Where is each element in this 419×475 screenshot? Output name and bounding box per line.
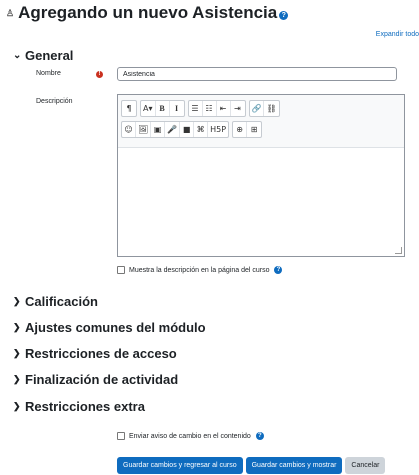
image-icon[interactable]: 🖼 [136,122,152,137]
section-general-label: General [25,48,74,63]
outdent-icon[interactable]: ⇤ [217,101,231,116]
paragraph-icon[interactable]: ¶ [122,101,136,116]
name-field[interactable] [117,67,397,81]
notify-change-row[interactable]: Enviar aviso de cambio en el contenido ? [117,432,264,440]
section-finalizacion[interactable]: ❯ Finalización de actividad [13,372,178,387]
emoji-icon[interactable]: ☺ [122,122,136,137]
editor-content-area[interactable] [118,148,404,256]
toolbar-group: 🔗 ⛓ [248,100,280,117]
toolbar-group: ☰ ☷ ⇤ ⇥ [187,100,246,117]
save-display-button[interactable]: Guardar cambios y mostrar [245,457,343,474]
section-label: Restricciones extra [25,399,145,414]
section-label: Calificación [25,294,98,309]
description-label: Descripción [36,98,73,105]
section-calificacion[interactable]: ❯ Calificación [13,294,98,309]
link-icon[interactable]: 🔗 [250,101,265,116]
accessibility-icon[interactable]: ⊕ [233,122,248,137]
show-description-checkbox[interactable] [117,266,125,274]
record-video-icon[interactable]: ■ [180,122,195,137]
chevron-right-icon: ❯ [13,296,21,306]
italic-icon[interactable]: I [170,101,184,116]
ordered-list-icon[interactable]: ☷ [203,101,217,116]
required-icon: ! [96,71,103,78]
section-label: Finalización de actividad [25,372,179,387]
expand-all-link[interactable]: Expandir todo [376,31,419,38]
toolbar-row-2: ☺ 🖼 ▣ 🎤 ■ ⌘ H5P ⊕ ⊞ [121,121,263,138]
toolbar-group: ☺ 🖼 ▣ 🎤 ■ ⌘ H5P [121,121,230,138]
editor-toolbar: ¶ A▾ B I ☰ ☷ ⇤ ⇥ 🔗 ⛓ ☺ 🖼 ▣ 🎤 ■ ⌘ H5P ⊕ ⊞ [118,95,404,148]
attendance-icon: ♙ [6,7,15,18]
chevron-right-icon: ❯ [13,322,21,332]
chevron-right-icon: ❯ [13,348,21,358]
bold-icon[interactable]: B [156,101,170,116]
section-label: Ajustes comunes del módulo [25,320,206,335]
form-actions: Guardar cambios y regresar al curso Guar… [117,457,386,474]
unlink-icon[interactable]: ⛓ [264,101,278,116]
manage-files-icon[interactable]: ⌘ [194,122,209,137]
section-restricciones-extra[interactable]: ❯ Restricciones extra [13,399,145,414]
chevron-right-icon: ❯ [13,374,21,384]
help-icon[interactable]: ? [274,266,283,274]
resize-handle[interactable] [395,247,402,254]
description-editor[interactable]: ¶ A▾ B I ☰ ☷ ⇤ ⇥ 🔗 ⛓ ☺ 🖼 ▣ 🎤 ■ ⌘ H5P ⊕ ⊞ [117,94,405,257]
toolbar-group: A▾ B I [140,100,185,117]
media-icon[interactable]: ▣ [151,122,166,137]
screenreader-helper-icon[interactable]: ⊞ [247,122,261,137]
cancel-button[interactable]: Cancelar [345,457,386,474]
toolbar-group: ¶ [121,100,137,117]
notify-change-label: Enviar aviso de cambio en el contenido [129,432,251,440]
page-title-text: Agregando un nuevo Asistencia [18,3,278,22]
toolbar-row-1: ¶ A▾ B I ☰ ☷ ⇤ ⇥ 🔗 ⛓ [121,100,280,117]
save-return-button[interactable]: Guardar cambios y regresar al curso [117,457,243,474]
section-general-header[interactable]: ⌄ General [13,48,73,63]
help-icon[interactable]: ? [255,432,264,440]
notify-change-checkbox[interactable] [117,432,125,440]
help-icon[interactable]: ? [279,10,289,20]
section-ajustes-comunes[interactable]: ❯ Ajustes comunes del módulo [13,320,206,335]
indent-icon[interactable]: ⇥ [231,101,245,116]
page-title: ♙ Agregando un nuevo Asistencia ? [6,3,289,23]
h5p-icon[interactable]: H5P [208,122,228,137]
toolbar-group: ⊕ ⊞ [232,121,263,138]
chevron-down-icon: ⌄ [13,50,22,61]
font-color-icon[interactable]: A▾ [141,101,156,116]
record-audio-icon[interactable]: 🎤 [165,122,181,137]
name-label: Nombre [36,70,61,77]
show-description-label: Muestra la descripción en la página del … [129,266,270,274]
section-label: Restricciones de acceso [25,346,177,361]
section-restricciones-acceso[interactable]: ❯ Restricciones de acceso [13,346,177,361]
unordered-list-icon[interactable]: ☰ [189,101,203,116]
show-description-row[interactable]: Muestra la descripción en la página del … [117,266,283,274]
chevron-right-icon: ❯ [13,401,21,411]
